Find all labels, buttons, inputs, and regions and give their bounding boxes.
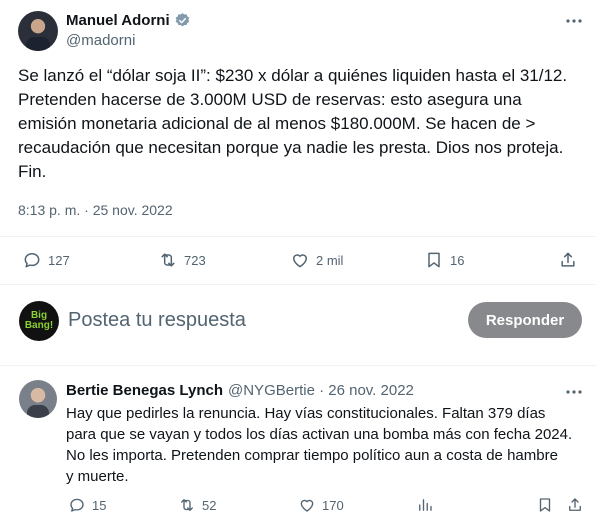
reply-button[interactable]: 127 — [22, 250, 70, 270]
tweet-text-line: Se lanzó el “dólar soja II”: $230 x dóla… — [18, 66, 568, 85]
reply-bookmark-button[interactable] — [536, 496, 554, 514]
reply-views-button[interactable] — [416, 496, 434, 514]
heart-icon — [290, 250, 310, 270]
responder-button[interactable]: Responder — [468, 302, 582, 338]
divider — [0, 284, 596, 285]
reply-author-avatar[interactable] — [19, 380, 57, 418]
retweet-icon — [178, 496, 196, 514]
avatar-text: Bang! — [24, 320, 54, 331]
tweet-text-line: Fin. — [18, 162, 47, 181]
bookmark-button[interactable]: 16 — [424, 250, 464, 270]
reply-share-button[interactable] — [566, 496, 584, 514]
reply-text-line: No les importa. Pretenden comprar tiempo… — [66, 447, 558, 464]
views-icon — [416, 496, 434, 514]
bookmark-count: 16 — [450, 252, 465, 268]
responder-button-label: Responder — [485, 311, 565, 329]
reply-count: 127 — [48, 252, 70, 268]
reply-text-line: para que se vayan y todos los días activ… — [66, 426, 573, 443]
reply-icon — [22, 250, 42, 270]
reply-input[interactable]: Postea tu respuesta — [68, 309, 246, 332]
more-icon[interactable] — [564, 14, 584, 28]
divider — [0, 365, 596, 366]
reply-author-name[interactable]: Bertie Benegas Lynch — [66, 382, 223, 399]
share-button[interactable] — [558, 250, 578, 270]
reply-retweet-count: 52 — [202, 497, 217, 513]
verified-badge-icon — [174, 12, 191, 29]
divider — [0, 236, 596, 237]
bookmark-icon — [424, 250, 444, 270]
retweet-button[interactable]: 723 — [158, 250, 206, 270]
author-handle[interactable]: @madorni — [66, 32, 135, 49]
reply-text-line: Hay que pedirles la renuncia. Hay vías c… — [66, 405, 546, 422]
heart-icon — [298, 496, 316, 514]
reply-retweet-button[interactable]: 52 — [178, 496, 216, 514]
share-icon — [566, 496, 584, 514]
reply-reply-count: 15 — [92, 497, 107, 513]
tweet-text-line: Pretenden hacerse de 3.000M USD de reser… — [18, 90, 522, 109]
tweet-text: Se lanzó el “dólar soja II”: $230 x dóla… — [18, 64, 588, 184]
reply-icon — [68, 496, 86, 514]
tweet-timestamp[interactable]: 8:13 p. m. · 25 nov. 2022 — [18, 202, 173, 218]
share-icon — [558, 250, 578, 270]
bookmark-icon — [536, 496, 554, 514]
reply-like-count: 170 — [322, 497, 344, 513]
author-name[interactable]: Manuel Adorni — [66, 12, 170, 29]
retweet-icon — [158, 250, 178, 270]
reply-more-icon[interactable] — [564, 385, 584, 399]
reply-reply-button[interactable]: 15 — [68, 496, 106, 514]
tweet-text-line: recaudación que necesitan porque ya nadi… — [18, 138, 564, 157]
user-avatar[interactable]: Big Bang! — [19, 301, 59, 341]
like-count: 2 mil — [316, 252, 344, 268]
author-avatar[interactable] — [18, 11, 58, 51]
like-button[interactable]: 2 mil — [290, 250, 343, 270]
reply-text-line: y muerte. — [66, 468, 129, 485]
reply-handle-date[interactable]: @NYGBertie · 26 nov. 2022 — [228, 382, 414, 399]
reply-text: Hay que pedirles la renuncia. Hay vías c… — [66, 403, 592, 487]
tweet-text-line: emisión monetaria adicional de al menos … — [18, 114, 536, 133]
reply-like-button[interactable]: 170 — [298, 496, 344, 514]
retweet-count: 723 — [184, 252, 206, 268]
